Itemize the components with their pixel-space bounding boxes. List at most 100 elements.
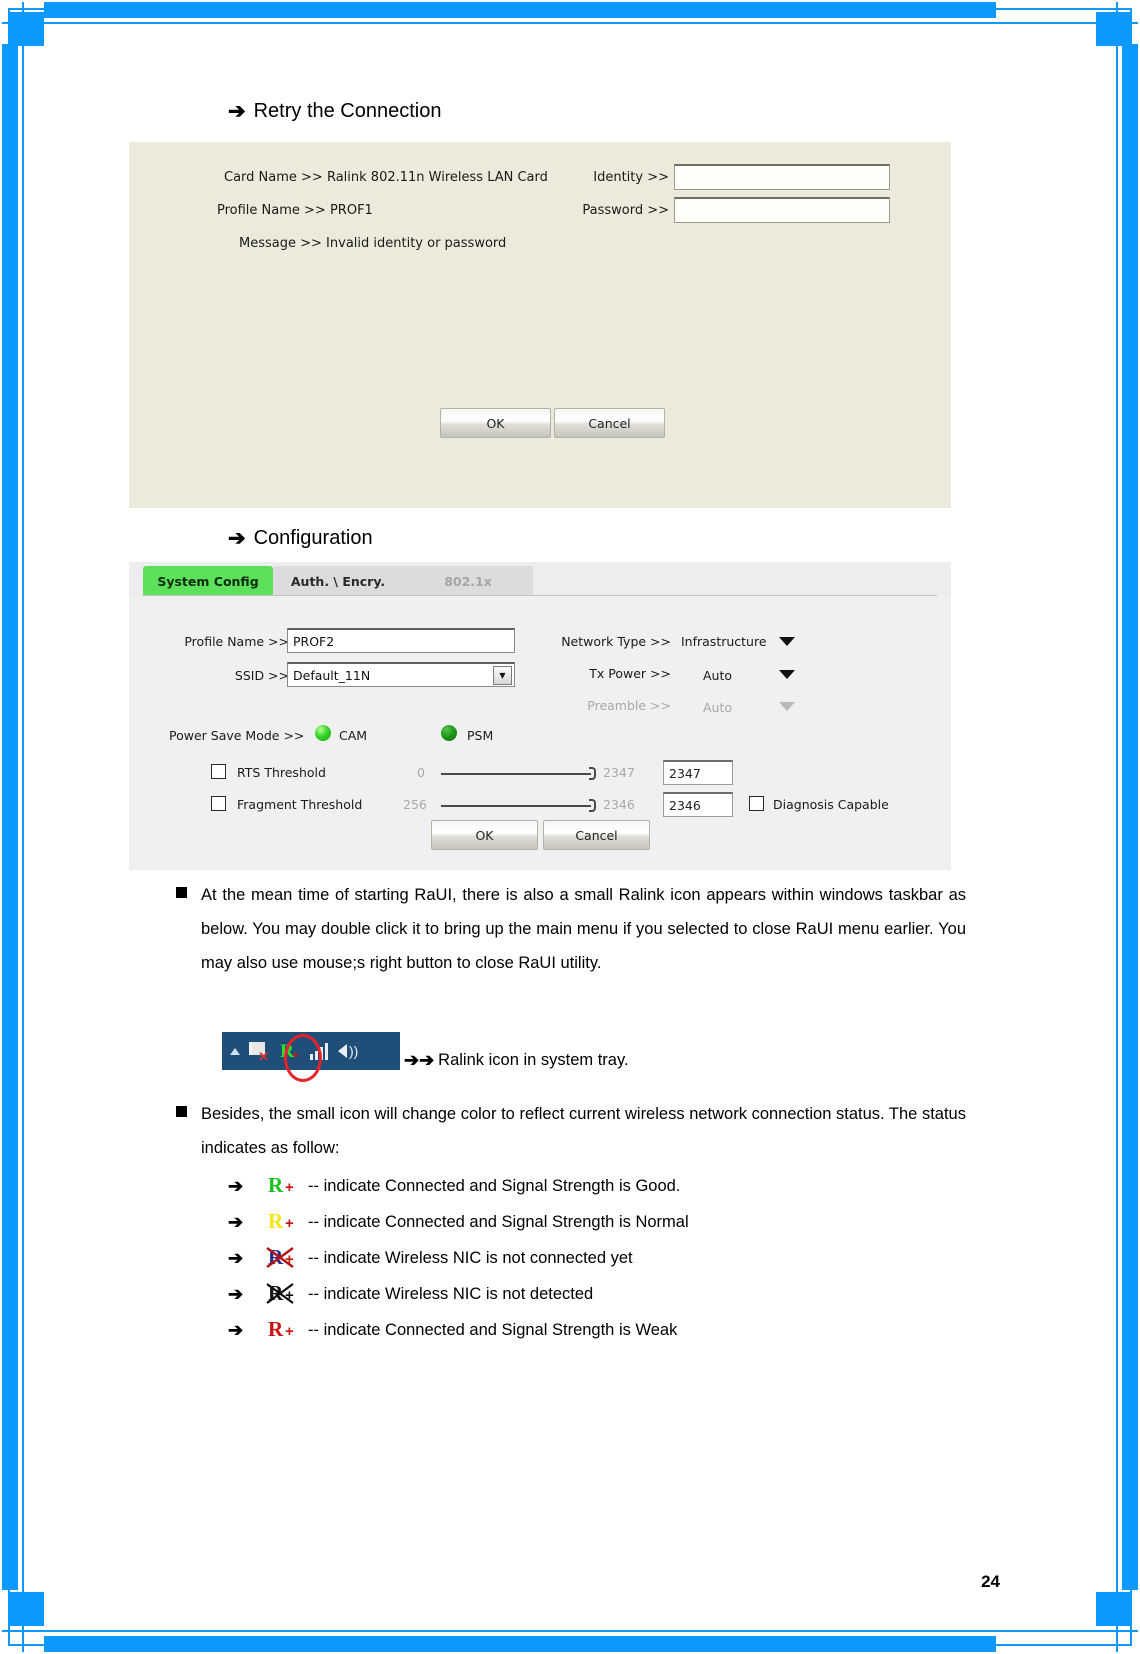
message-value: Invalid identity or password bbox=[326, 236, 507, 251]
config-ok-button[interactable]: OK bbox=[431, 820, 538, 850]
bullet-tray-intro: At the mean time of starting RaUI, there… bbox=[176, 878, 966, 980]
volume-speaker-icon: )) bbox=[336, 1041, 358, 1061]
action-center-flag-icon: ✕ bbox=[248, 1040, 269, 1063]
tab-underline bbox=[143, 595, 937, 596]
network-type-chevron-down-icon[interactable] bbox=[779, 637, 795, 646]
retry-cancel-button[interactable]: Cancel bbox=[554, 408, 665, 438]
fragment-threshold-label: Fragment Threshold bbox=[237, 797, 363, 812]
rts-slider-knob[interactable] bbox=[589, 767, 596, 780]
page-content: ➔ Retry the Connection Card Name >> Rali… bbox=[0, 0, 1140, 1654]
retry-connection-dialog: Card Name >> Ralink 802.11n Wireless LAN… bbox=[129, 142, 951, 508]
arrow-icon: ➔ bbox=[228, 1211, 244, 1232]
fragment-slider-knob[interactable] bbox=[589, 799, 596, 812]
legend-text: -- indicate Connected and Signal Strengt… bbox=[308, 1212, 689, 1231]
bullet-square-icon bbox=[176, 887, 187, 898]
password-input[interactable] bbox=[674, 197, 890, 223]
tray-caption-text: Ralink icon in system tray. bbox=[438, 1051, 629, 1069]
ralink-plus-sign: + bbox=[285, 1215, 294, 1232]
ralink-letter-r: R bbox=[268, 1209, 284, 1233]
password-label: Password >> bbox=[582, 203, 669, 218]
show-hidden-icons-chevron-up-icon bbox=[230, 1047, 240, 1055]
retry-ok-button[interactable]: OK bbox=[440, 408, 551, 438]
chevron-down-icon[interactable]: ▼ bbox=[493, 666, 512, 685]
list-item: ➔ R + -- indicate Connected and Signal S… bbox=[228, 1204, 968, 1240]
psm-radio-led-icon[interactable] bbox=[441, 725, 457, 741]
ralink-icon-black-crossed: R + bbox=[264, 1281, 308, 1307]
message-label: Message >> bbox=[239, 236, 322, 251]
config-cancel-button[interactable]: Cancel bbox=[543, 820, 650, 850]
tx-power-label: Tx Power >> bbox=[589, 666, 671, 681]
cross-out-icon bbox=[265, 1246, 297, 1270]
fragment-slider-track[interactable] bbox=[441, 805, 591, 807]
rts-min-value: 0 bbox=[417, 765, 425, 780]
bullet-status-intro: Besides, the small icon will change colo… bbox=[176, 1097, 966, 1165]
ssid-label: SSID >> bbox=[234, 668, 289, 683]
tray-icon-caption: ➔➔ Ralink icon in system tray. bbox=[404, 1050, 629, 1071]
page-number: 24 bbox=[981, 1572, 1000, 1591]
windows-taskbar-tray-image: ✕ R + )) bbox=[222, 1032, 400, 1082]
tab-8021x[interactable]: 802.1x bbox=[403, 566, 533, 596]
identity-input[interactable] bbox=[674, 164, 890, 190]
arrow-icon: ➔ bbox=[228, 1319, 244, 1340]
fragment-max-value: 2346 bbox=[603, 797, 635, 812]
legend-text: -- indicate Wireless NIC is not connecte… bbox=[308, 1248, 633, 1267]
ssid-select[interactable]: Default_11N ▼ bbox=[287, 662, 515, 687]
legend-text: -- indicate Connected and Signal Strengt… bbox=[308, 1176, 681, 1195]
tray-intro-text: At the mean time of starting RaUI, there… bbox=[201, 886, 966, 972]
ralink-plus-sign: + bbox=[285, 1323, 294, 1340]
configuration-dialog: System Config Auth. \ Encry. 802.1x Prof… bbox=[129, 562, 951, 870]
heading-configuration: ➔ Configuration bbox=[228, 527, 373, 550]
heading-configuration-label: Configuration bbox=[253, 527, 373, 549]
tx-power-chevron-down-icon[interactable] bbox=[779, 670, 795, 679]
preamble-value: Auto bbox=[703, 700, 733, 715]
ralink-icon-red: R + bbox=[264, 1317, 308, 1343]
network-type-value: Infrastructure bbox=[681, 634, 767, 649]
heading-retry-label: Retry the Connection bbox=[253, 100, 442, 122]
profile-name-label: Profile Name >> bbox=[184, 634, 289, 649]
arrow-icon: ➔ bbox=[228, 1247, 244, 1268]
arrow-icon: ➔ bbox=[228, 527, 246, 550]
status-icon-legend-list: ➔ R + -- indicate Connected and Signal S… bbox=[228, 1168, 968, 1348]
tab-auth-encry[interactable]: Auth. \ Encry. bbox=[273, 566, 403, 596]
diagnosis-capable-label: Diagnosis Capable bbox=[773, 797, 889, 812]
cam-radio-led-icon[interactable] bbox=[315, 725, 331, 741]
card-name-label: Card Name >> bbox=[224, 170, 323, 185]
ralink-icon-blue-crossed: R + bbox=[264, 1245, 308, 1271]
list-item: ➔ R + -- indicate Wireless NIC is not co… bbox=[228, 1240, 968, 1276]
ralink-plus-sign: + bbox=[285, 1179, 294, 1196]
fragment-threshold-checkbox[interactable] bbox=[211, 796, 226, 811]
profile-name-label: Profile Name >> bbox=[217, 203, 326, 218]
status-intro-text: Besides, the small icon will change colo… bbox=[201, 1105, 966, 1157]
fragment-threshold-input[interactable]: 2346 bbox=[663, 792, 733, 817]
legend-text: -- indicate Wireless NIC is not detected bbox=[308, 1284, 594, 1303]
psm-label: PSM bbox=[467, 728, 494, 743]
tab-strip: System Config Auth. \ Encry. 802.1x bbox=[129, 562, 951, 596]
ralink-icon-green: R + bbox=[264, 1173, 308, 1199]
profile-name-input[interactable]: PROF2 bbox=[287, 628, 515, 653]
tab-system-config[interactable]: System Config bbox=[143, 566, 273, 596]
bullet-square-icon bbox=[176, 1106, 187, 1117]
rts-threshold-checkbox[interactable] bbox=[211, 764, 226, 779]
list-item: ➔ R + -- indicate Wireless NIC is not de… bbox=[228, 1276, 968, 1312]
list-item: ➔ R + -- indicate Connected and Signal S… bbox=[228, 1312, 968, 1348]
message-row: Message >> Invalid identity or password bbox=[239, 236, 506, 251]
power-save-mode-label: Power Save Mode >> bbox=[169, 728, 305, 743]
list-item: ➔ R + -- indicate Connected and Signal S… bbox=[228, 1168, 968, 1204]
rts-threshold-input[interactable]: 2347 bbox=[663, 760, 733, 785]
profile-name-row: Profile Name >> PROF1 bbox=[217, 203, 373, 218]
profile-name-value: PROF1 bbox=[329, 203, 373, 218]
red-highlight-ellipse-annotation bbox=[284, 1034, 322, 1082]
arrow-icon: ➔ bbox=[228, 1175, 244, 1196]
rts-slider-track[interactable] bbox=[441, 773, 591, 775]
cam-label: CAM bbox=[339, 728, 368, 743]
tx-power-value: Auto bbox=[703, 668, 733, 683]
diagnosis-capable-checkbox[interactable] bbox=[749, 796, 764, 811]
arrow-icon: ➔ bbox=[228, 1283, 244, 1304]
fragment-min-value: 256 bbox=[403, 797, 427, 812]
ralink-letter-r: R bbox=[268, 1173, 284, 1197]
heading-retry-the-connection: ➔ Retry the Connection bbox=[228, 100, 442, 123]
identity-label: Identity >> bbox=[593, 170, 669, 185]
network-type-label: Network Type >> bbox=[561, 634, 671, 649]
card-name-row: Card Name >> Ralink 802.11n Wireless LAN… bbox=[224, 170, 548, 185]
preamble-chevron-down-icon bbox=[779, 702, 795, 711]
